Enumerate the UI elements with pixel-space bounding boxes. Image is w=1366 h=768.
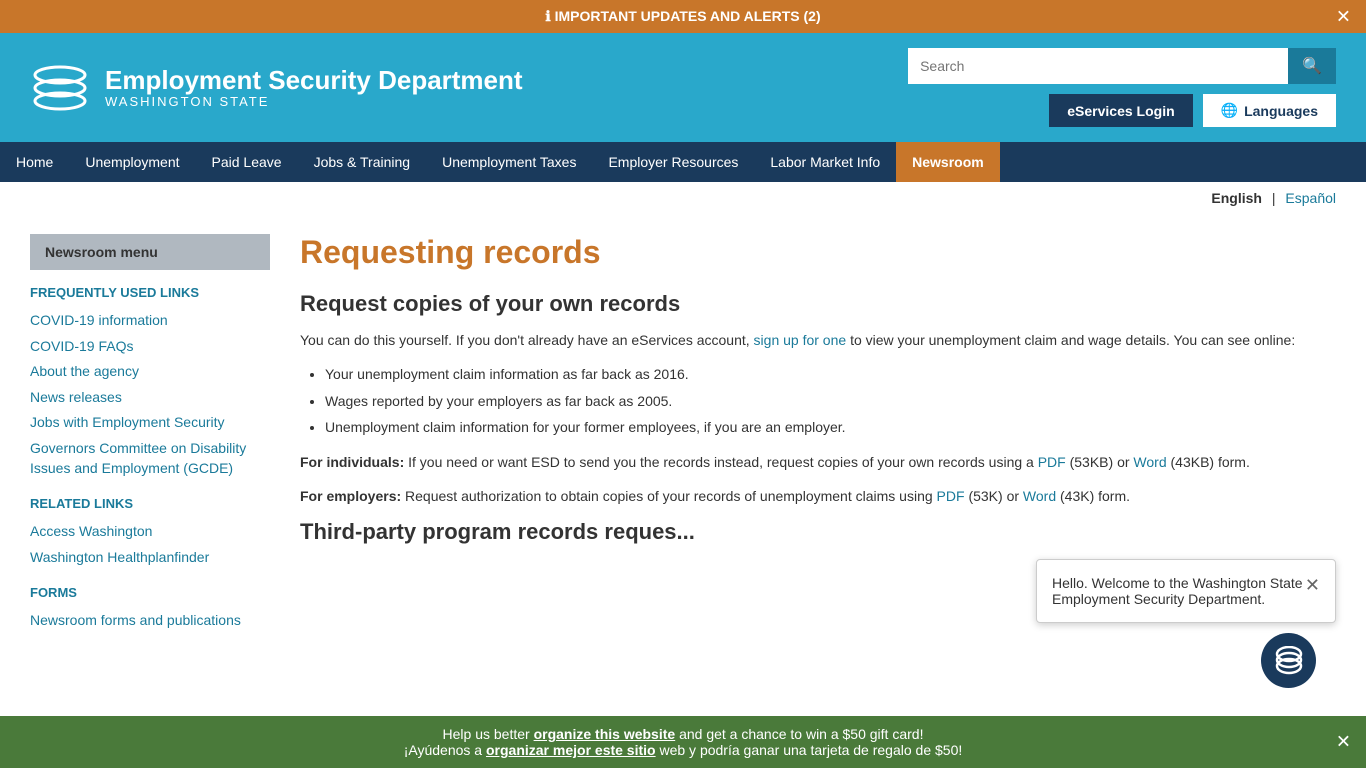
promo-line1: Help us better organize this website and… — [40, 726, 1326, 742]
employers-text: Request authorization to obtain copies o… — [405, 488, 933, 504]
chat-message: Hello. Welcome to the Washington State E… — [1052, 575, 1320, 607]
alert-icon: ℹ — [545, 8, 550, 24]
individuals-or: or — [1117, 454, 1129, 470]
promo-bar: Help us better organize this website and… — [0, 716, 1366, 768]
related-links-section-title: RELATED LINKS — [30, 496, 270, 511]
search-button[interactable]: 🔍 — [1288, 48, 1336, 84]
sidebar: Newsroom menu FREQUENTLY USED LINKS COVI… — [30, 234, 270, 634]
chat-bubble[interactable] — [1261, 633, 1316, 688]
frequently-used-section-title: FREQUENTLY USED LINKS — [30, 285, 270, 300]
section1-intro-para: You can do this yourself. If you don't a… — [300, 329, 1336, 351]
logo-area: Employment Security Department WASHINGTO… — [30, 63, 523, 113]
sidebar-link-news-releases[interactable]: News releases — [30, 385, 270, 411]
sign-up-link[interactable]: sign up for one — [754, 332, 847, 348]
nav-employer-resources[interactable]: Employer Resources — [592, 142, 754, 182]
list-item: Wages reported by your employers as far … — [325, 390, 1336, 412]
forms-section-title: FORMS — [30, 585, 270, 600]
individuals-form: form. — [1218, 454, 1250, 470]
sidebar-menu-title: Newsroom menu — [30, 234, 270, 270]
logo-text: Employment Security Department WASHINGTO… — [105, 66, 523, 110]
main-nav: Home Unemployment Paid Leave Jobs & Trai… — [0, 142, 1366, 182]
individuals-word-size: (43KB) — [1171, 454, 1215, 470]
individuals-pdf-size: (53KB) — [1070, 454, 1114, 470]
list-item: Unemployment claim information for your … — [325, 416, 1336, 438]
alert-text: IMPORTANT UPDATES AND ALERTS (2) — [555, 8, 821, 24]
header-buttons: eServices Login 🌐 Languages — [1049, 94, 1336, 127]
section1-intro-text: You can do this yourself. If you don't a… — [300, 332, 750, 348]
site-subtitle: WASHINGTON STATE — [105, 94, 523, 109]
employers-or: or — [1007, 488, 1019, 504]
employers-word-size: (43K) — [1060, 488, 1094, 504]
individuals-para: For individuals: If you need or want ESD… — [300, 451, 1336, 473]
languages-button[interactable]: 🌐 Languages — [1203, 94, 1336, 127]
nav-newsroom[interactable]: Newsroom — [896, 142, 1000, 182]
nav-paid-leave[interactable]: Paid Leave — [196, 142, 298, 182]
lang-separator: | — [1272, 190, 1276, 206]
nav-unemployment-taxes[interactable]: Unemployment Taxes — [426, 142, 592, 182]
employers-pdf-size: (53K) — [968, 488, 1002, 504]
sidebar-link-access-washington[interactable]: Access Washington — [30, 519, 270, 545]
promo-line2: ¡Ayúdenos a organizar mejor este sitio w… — [40, 742, 1326, 758]
employers-word-link[interactable]: Word — [1023, 488, 1056, 504]
eservices-login-button[interactable]: eServices Login — [1049, 94, 1192, 127]
lang-english[interactable]: English — [1211, 190, 1262, 206]
sidebar-link-gcde[interactable]: Governors Committee on Disability Issues… — [30, 436, 270, 481]
promo-link2[interactable]: organizar mejor este sitio — [486, 742, 656, 758]
promo-link1[interactable]: organize this website — [534, 726, 676, 742]
employers-label: For employers: — [300, 488, 401, 504]
section2-title: Third-party program records reques... — [300, 519, 1336, 545]
sidebar-link-covid19[interactable]: COVID-19 information — [30, 308, 270, 334]
chat-close-button[interactable]: ✕ — [1305, 575, 1320, 596]
individuals-text: If you need or want ESD to send you the … — [408, 454, 1034, 470]
lang-espanol[interactable]: Español — [1285, 190, 1336, 206]
page-title: Requesting records — [300, 234, 1336, 271]
list-item: Your unemployment claim information as f… — [325, 363, 1336, 385]
nav-labor-market-info[interactable]: Labor Market Info — [754, 142, 896, 182]
employers-para: For employers: Request authorization to … — [300, 485, 1336, 507]
globe-icon: 🌐 — [1221, 102, 1238, 119]
promo-close-button[interactable]: ✕ — [1336, 732, 1351, 753]
chat-popup: ✕ Hello. Welcome to the Washington State… — [1036, 559, 1336, 623]
alert-bar: ℹ IMPORTANT UPDATES AND ALERTS (2) ✕ — [0, 0, 1366, 33]
section1-title: Request copies of your own records — [300, 291, 1336, 317]
alert-close-button[interactable]: ✕ — [1336, 6, 1351, 27]
employers-pdf-link[interactable]: PDF — [937, 488, 965, 504]
sidebar-link-about-agency[interactable]: About the agency — [30, 359, 270, 385]
header-right: 🔍 eServices Login 🌐 Languages — [908, 48, 1336, 127]
search-bar: 🔍 — [908, 48, 1336, 84]
individuals-word-link[interactable]: Word — [1133, 454, 1166, 470]
individuals-label: For individuals: — [300, 454, 404, 470]
individuals-pdf-link[interactable]: PDF — [1038, 454, 1066, 470]
section1-rest-text: to view your unemployment claim and wage… — [850, 332, 1295, 348]
nav-unemployment[interactable]: Unemployment — [69, 142, 195, 182]
languages-label: Languages — [1244, 103, 1318, 119]
chat-icon — [1274, 646, 1304, 676]
language-bar: English | Español — [0, 182, 1366, 214]
header: Employment Security Department WASHINGTO… — [0, 33, 1366, 142]
nav-home[interactable]: Home — [0, 142, 69, 182]
section1-bullets-list: Your unemployment claim information as f… — [325, 363, 1336, 438]
logo-icon — [30, 63, 90, 113]
sidebar-link-healthplanfinder[interactable]: Washington Healthplanfinder — [30, 545, 270, 571]
sidebar-link-forms[interactable]: Newsroom forms and publications — [30, 608, 270, 634]
search-input[interactable] — [908, 48, 1288, 84]
sidebar-link-covid19-faqs[interactable]: COVID-19 FAQs — [30, 334, 270, 360]
sidebar-link-jobs-esd[interactable]: Jobs with Employment Security — [30, 410, 270, 436]
employers-form: form. — [1098, 488, 1130, 504]
nav-jobs-training[interactable]: Jobs & Training — [298, 142, 427, 182]
site-title: Employment Security Department — [105, 66, 523, 95]
